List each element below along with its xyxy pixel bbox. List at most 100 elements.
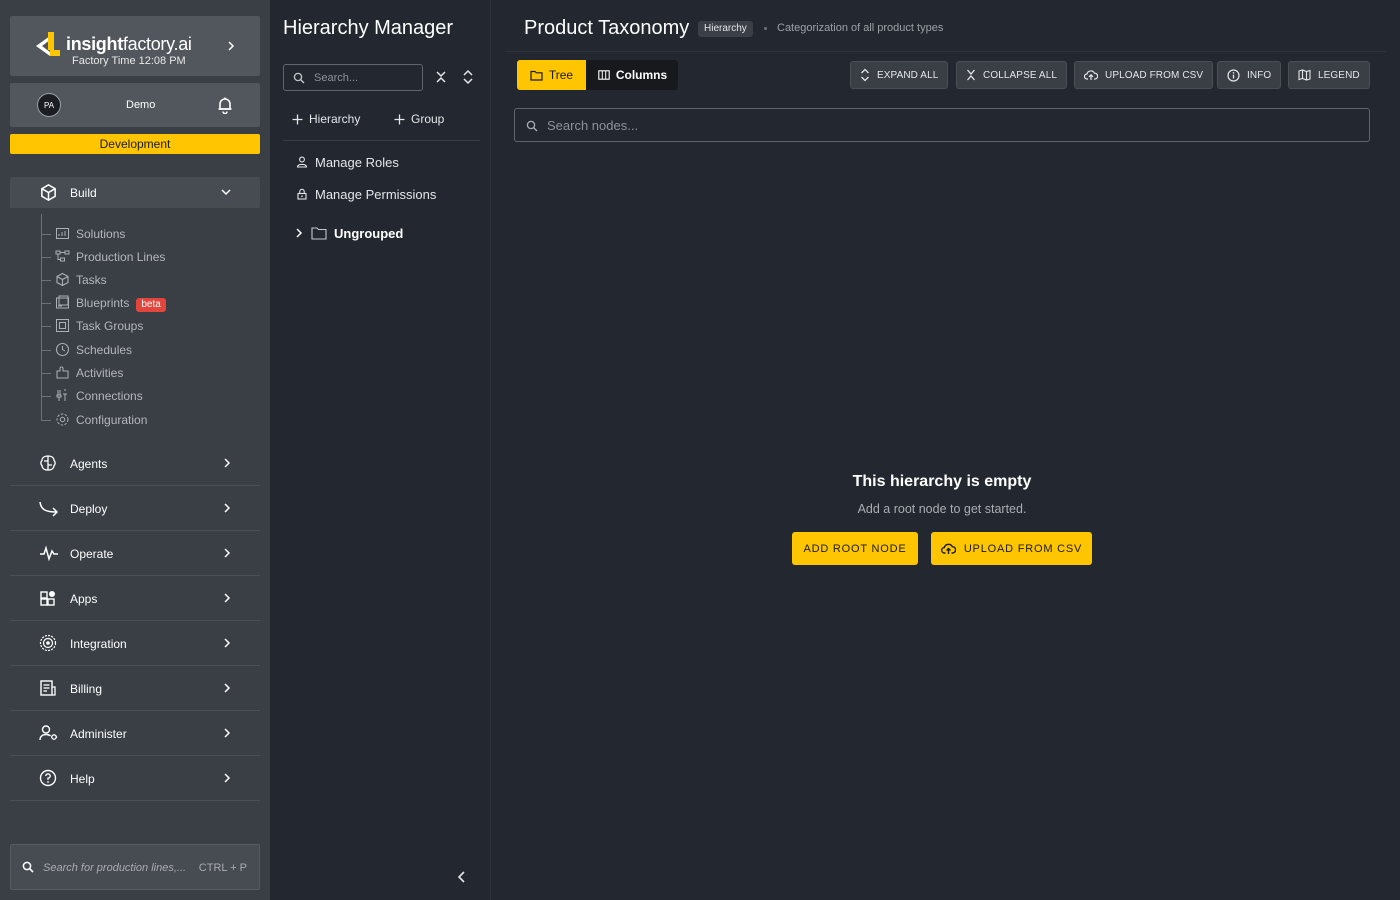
production-lines-icon [55,249,70,264]
add-group-button[interactable]: Group [394,110,444,128]
search-icon [293,72,305,84]
nav-apps[interactable]: Apps [10,576,260,621]
factory-time: Factory Time 12:08 PM [72,55,186,67]
upload-csv-toolbar-button[interactable]: UPLOAD FROM CSV [1074,61,1214,89]
user-card[interactable]: PA Demo [10,83,260,127]
schedules-icon [55,342,70,357]
global-search[interactable]: Search for production lines,... CTRL + P [10,844,260,890]
integration-icon [39,634,57,652]
chevron-right-icon [222,457,232,469]
nav-agents[interactable]: Agents [10,441,260,486]
page-title: Product Taxonomy [524,17,690,39]
apps-icon [39,589,57,607]
lock-icon [297,188,307,200]
node-search-input[interactable] [547,117,1347,134]
brand-card[interactable]: insightfactory.ai Factory Time 12:08 PM [10,16,260,76]
sidebar-item-blueprints[interactable]: Blueprints beta [41,293,241,313]
chevron-right-icon [222,592,232,604]
cloud-upload-icon [940,543,956,554]
chevron-right-icon [222,502,232,514]
manage-roles-link[interactable]: Manage Roles [296,153,399,171]
page-subtitle: Categorization of all product types [777,22,944,34]
expand-all-button[interactable]: EXPAND ALL [850,61,949,89]
user-name: Demo [126,99,156,111]
divider [505,51,1386,52]
group-ungrouped[interactable]: Ungrouped [294,223,403,243]
sidebar-item-solutions[interactable]: Solutions [41,224,241,244]
empty-state-subtitle: Add a root node to get started. [857,502,1027,516]
chevron-right-icon [296,228,303,238]
hierarchy-panel: Hierarchy Manager Hierarchy Group Manage… [270,0,491,900]
sidebar-item-tasks[interactable]: Tasks [41,270,241,290]
task-groups-icon [55,318,70,333]
expand-icon [861,68,869,82]
billing-icon [39,679,57,697]
map-icon [1298,69,1311,81]
cloud-upload-icon [1084,70,1098,80]
plus-icon [292,114,303,124]
nav-help[interactable]: Help [10,756,260,801]
add-hierarchy-button[interactable]: Hierarchy [292,110,360,128]
nav-build[interactable]: Build [10,177,260,208]
collapse-panel-icon[interactable] [457,870,467,884]
panel-title: Hierarchy Manager [283,17,454,39]
legend-button[interactable]: LEGEND [1288,61,1370,89]
insightfactory-logo-icon [34,30,64,60]
chevron-right-icon[interactable] [226,40,236,52]
sidebar-item-schedules[interactable]: Schedules [41,340,241,360]
sidebar-item-task-groups[interactable]: Task Groups [41,316,241,336]
nav-integration[interactable]: Integration [10,621,260,666]
roles-icon [296,156,308,168]
columns-icon [598,70,610,80]
main-content: Product Taxonomy Hierarchy Categorizatio… [491,0,1400,900]
tab-tree[interactable]: Tree [517,60,586,90]
agents-icon [39,454,57,472]
operate-icon [39,544,59,562]
beta-badge: beta [136,298,166,312]
bell-icon[interactable] [216,96,234,114]
solutions-icon [55,226,70,241]
administer-icon [39,724,59,742]
nav-deploy[interactable]: Deploy [10,486,260,531]
expand-all-icon[interactable] [462,69,474,85]
sidebar-item-configuration[interactable]: Configuration [41,410,241,430]
nav-billing[interactable]: Billing [10,666,260,711]
tab-columns[interactable]: Columns [587,60,678,90]
hierarchy-search[interactable] [283,64,423,91]
node-search[interactable] [514,108,1370,142]
add-root-node-button[interactable]: ADD ROOT NODE [792,532,918,565]
blueprints-icon [55,295,70,310]
chevron-right-icon [222,547,232,559]
environment-badge: Development [10,134,260,154]
view-toggle: Tree Columns [517,60,678,90]
upload-from-csv-button[interactable]: UPLOAD FROM CSV [931,532,1092,565]
info-button[interactable]: INFO [1217,61,1282,89]
chevron-right-icon [222,682,232,694]
tasks-icon [55,272,70,287]
chevron-right-icon [222,727,232,739]
sidebar-item-connections[interactable]: Connections [41,386,241,406]
nav-administer[interactable]: Administer [10,711,260,756]
collapse-all-button[interactable]: COLLAPSE ALL [956,61,1068,89]
global-search-placeholder: Search for production lines,... [43,862,187,874]
hierarchy-search-input[interactable] [314,70,414,86]
divider [283,140,480,141]
connections-icon [55,388,70,403]
separator-dot [764,27,767,30]
search-shortcut: CTRL + P [198,862,247,874]
plus-icon [394,114,405,124]
collapse-all-icon[interactable] [435,71,447,83]
search-icon [22,861,34,873]
chevron-right-icon [222,637,232,649]
activities-icon [55,365,70,380]
sidebar-item-production-lines[interactable]: Production Lines [41,247,241,267]
nav-build-label: Build [70,186,97,200]
type-tag: Hierarchy [698,21,753,37]
folder-icon [311,227,327,240]
collapse-icon [967,69,975,81]
sidebar-item-activities[interactable]: Activities [41,363,241,383]
manage-permissions-link[interactable]: Manage Permissions [296,185,436,203]
avatar[interactable]: PA [37,93,61,117]
configuration-icon [55,412,70,427]
nav-operate[interactable]: Operate [10,531,260,576]
